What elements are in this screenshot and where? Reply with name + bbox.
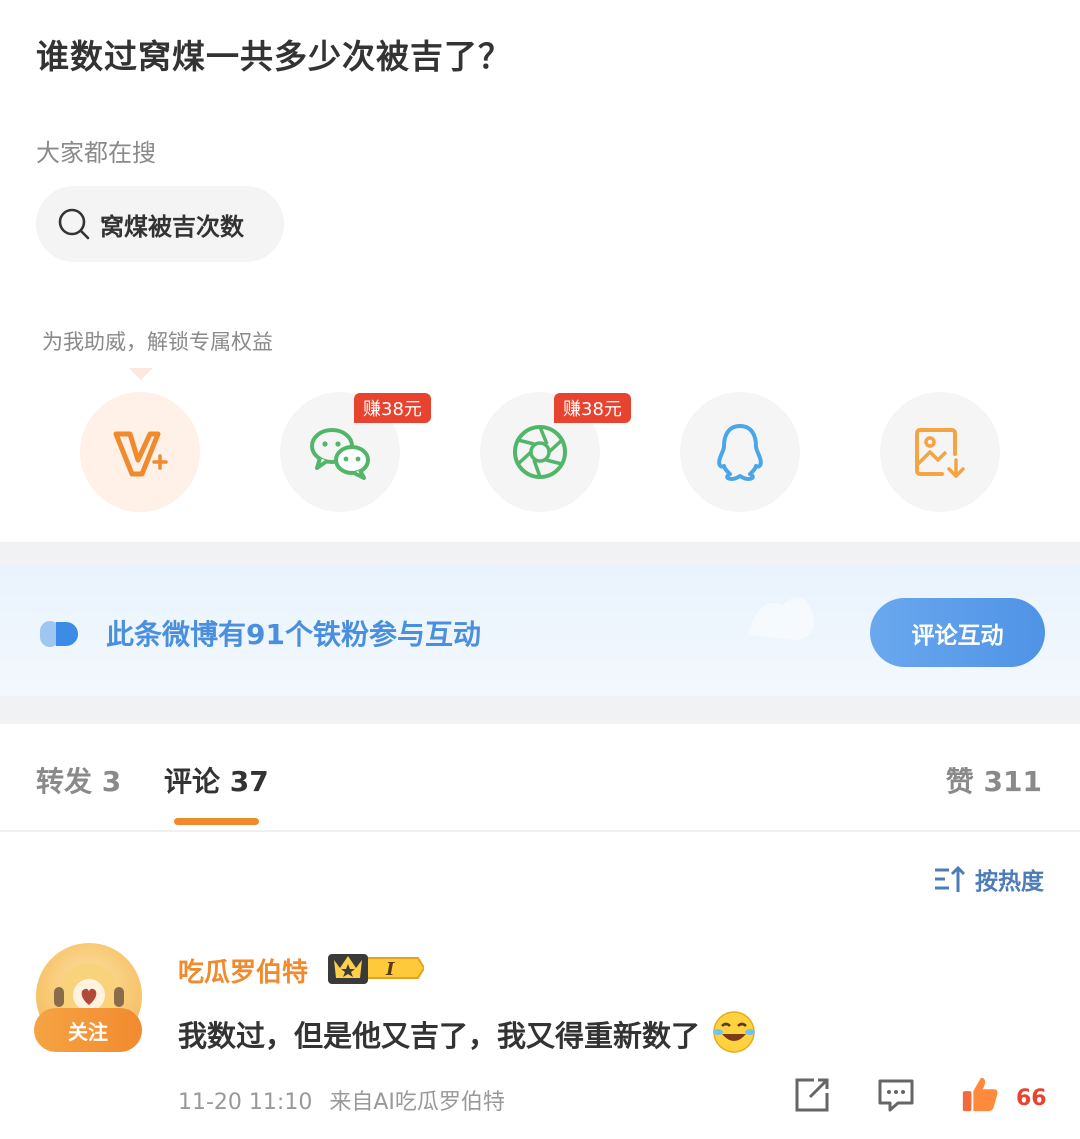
vip-plus-icon [113, 431, 168, 477]
laugh-cry-emoji [713, 1011, 756, 1053]
fan-banner-decoration [748, 597, 814, 640]
comment-username[interactable]: 吃瓜罗伯特 [178, 952, 308, 989]
save-image-icon [915, 428, 965, 478]
wechat-icon [310, 428, 370, 480]
comment-like-count: 66 [1016, 1086, 1047, 1111]
like-icon[interactable] [960, 1074, 1000, 1114]
fan-icon [40, 621, 78, 647]
reply-icon[interactable] [876, 1075, 916, 1115]
boost-qq-button[interactable] [680, 392, 800, 512]
comment-time: 11-20 11:10 [178, 1090, 313, 1115]
comment-interact-button[interactable]: 评论互动 [870, 598, 1045, 667]
search-chip-label: 窝煤被吉次数 [100, 212, 244, 241]
sort-button[interactable]: 按热度 [933, 862, 1044, 896]
boost-title: 为我助威，解锁专属权益 [42, 330, 273, 354]
fan-banner-text: 此条微博有91个铁粉参与互动 [106, 618, 481, 651]
tab-like[interactable]: 赞 311 [946, 760, 1042, 800]
sort-icon [935, 865, 966, 892]
qq-icon [717, 424, 763, 481]
comment-source: 来自AI吃瓜罗伯特 [329, 1090, 505, 1115]
tab-repost[interactable]: 转发 3 [36, 760, 121, 800]
comment-text-body: 我数过，但是他又吉了，我又得重新数了 [178, 1019, 701, 1053]
boost-save-image-button[interactable] [880, 392, 1000, 512]
share-icon[interactable] [792, 1075, 832, 1115]
search-chip[interactable]: 窝煤被吉次数 [36, 186, 284, 262]
comment-meta: 11-20 11:10 来自AI吃瓜罗伯特 [178, 1084, 505, 1116]
boost-vip-button[interactable] [80, 392, 200, 512]
moments-icon [513, 425, 567, 479]
search-hints-title: 大家都在搜 [36, 139, 156, 167]
tab-active-indicator [174, 818, 259, 825]
comment-text: 我数过，但是他又吉了，我又得重新数了 [178, 1010, 758, 1055]
moments-reward-badge: 赚38元 [554, 393, 631, 423]
boost-pointer [129, 368, 153, 380]
tab-divider [0, 830, 1080, 832]
search-icon [58, 208, 90, 240]
tab-comment[interactable]: 评论 37 [164, 760, 269, 800]
fan-level-badge: I [326, 950, 426, 986]
fan-level-text: I [385, 959, 395, 980]
question-title: 谁数过窝煤一共多少次被吉了？ [36, 37, 512, 76]
follow-button[interactable]: 关注 [34, 1008, 142, 1052]
sort-label: 按热度 [975, 869, 1044, 895]
wechat-reward-badge: 赚38元 [354, 393, 431, 423]
